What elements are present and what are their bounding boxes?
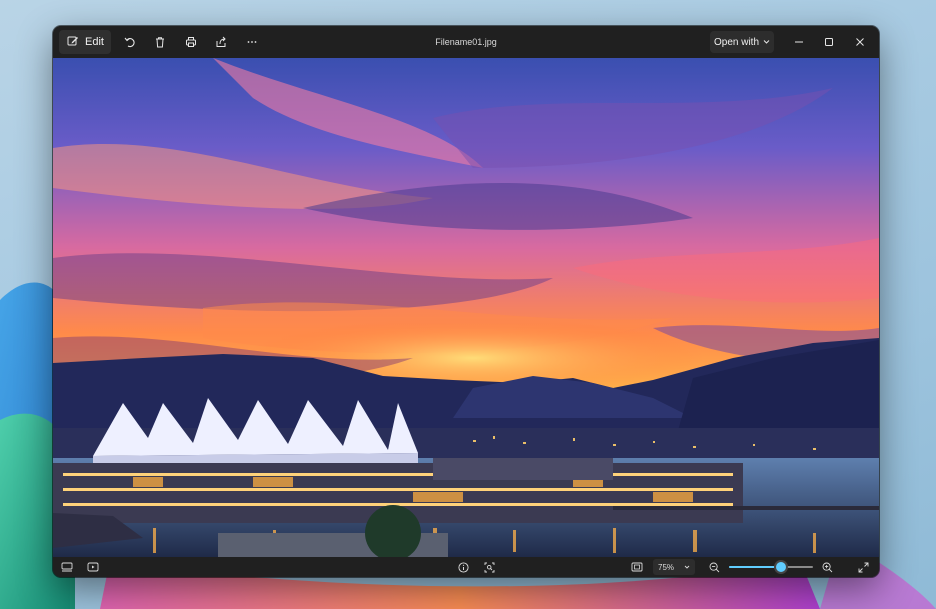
print-icon[interactable] [181,32,201,52]
zoom-slider[interactable] [729,559,813,575]
info-icon[interactable] [455,559,471,575]
chevron-down-icon [684,563,690,572]
more-icon[interactable] [242,32,262,52]
zoom-in-icon[interactable] [819,559,835,575]
close-icon[interactable] [845,26,875,58]
edit-button[interactable]: Edit [59,30,111,54]
maximize-icon[interactable] [814,26,844,58]
rotate-icon[interactable] [120,32,140,52]
zoom-out-icon[interactable] [706,559,722,575]
delete-icon[interactable] [150,32,170,52]
edit-label: Edit [85,36,104,48]
zoom-level-dropdown[interactable]: 75% [653,559,695,575]
zoom-level-value: 75% [658,562,675,572]
minimize-icon[interactable] [784,26,814,58]
visual-search-icon[interactable] [481,559,497,575]
share-icon[interactable] [211,32,231,52]
photo-viewer[interactable] [53,58,879,557]
title-bar: Filename01.jpg Edit Open with [53,26,879,58]
zoom-slider-thumb[interactable] [776,562,786,572]
edit-icon [67,35,79,50]
fullscreen-icon[interactable] [855,559,871,575]
fit-to-window-icon[interactable] [629,559,645,575]
chevron-down-icon [763,37,770,48]
bottom-bar: 75% [53,557,879,577]
open-with-button[interactable]: Open with [710,31,774,53]
photo-image [53,58,879,557]
zoom-slider-fill [729,566,781,568]
slideshow-icon[interactable] [85,559,101,575]
photos-app-window: Filename01.jpg Edit Open with 75% [53,26,879,577]
open-with-label: Open with [713,36,760,48]
filmstrip-icon[interactable] [59,559,75,575]
